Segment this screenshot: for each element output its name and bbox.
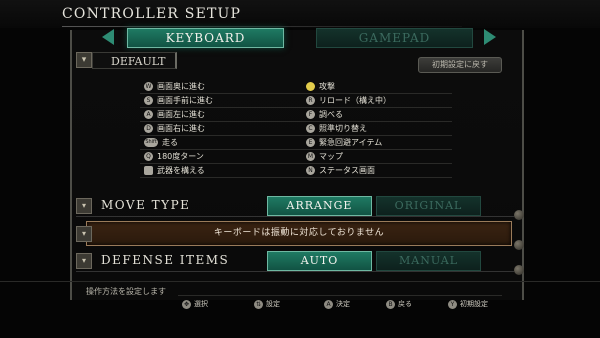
defense-items-label: DEFENSE ITEMS: [101, 253, 230, 267]
y-button-icon: Y: [448, 299, 457, 309]
key-icon: S: [144, 95, 153, 105]
key-icon: R: [306, 95, 315, 105]
move-type-row: ▾ MOVE TYPE ARRANGE ORIGINAL: [76, 195, 514, 217]
hint-back: B 戻る: [386, 299, 412, 309]
key-icon: Q: [144, 151, 153, 161]
key-icon: C: [306, 123, 315, 133]
move-type-option-arrange[interactable]: ARRANGE: [267, 196, 372, 216]
table-row[interactable]: Q 180度ターン M マップ: [140, 150, 452, 164]
binding-label: 照準切り替え: [319, 124, 367, 133]
binding-label: 画面左に進む: [157, 110, 205, 119]
binding-label: ステータス画面: [319, 166, 375, 175]
row-marker-icon: ▾: [76, 253, 92, 269]
rivet-decoration: [514, 240, 524, 250]
binding-label: 画面奥に進む: [157, 82, 205, 91]
tab-prev-arrow-icon[interactable]: [102, 29, 114, 45]
page-title: CONTROLLER SETUP: [62, 6, 242, 22]
hint-reset: Y 初期設定: [448, 299, 488, 309]
updown-icon: ⇅: [254, 299, 263, 309]
move-type-option-original[interactable]: ORIGINAL: [376, 196, 481, 216]
binding-label: 攻撃: [319, 82, 335, 91]
binding-label: 180度ターン: [157, 152, 204, 161]
binding-label: 緊急回避アイテム: [319, 138, 383, 147]
rivet-decoration: [514, 210, 524, 220]
help-divider: [0, 281, 600, 282]
rivet-decoration: [514, 265, 524, 275]
mouse-right-icon: [144, 165, 153, 175]
b-button-icon: B: [386, 299, 395, 309]
key-icon: W: [144, 81, 153, 91]
key-icon: Shift: [144, 137, 158, 147]
key-icon: M: [306, 151, 315, 161]
table-row[interactable]: A 画面左に進む F 調べる: [140, 108, 452, 122]
vibration-notice: キーボードは振動に対応しておりません: [86, 221, 512, 246]
binding-label: 調べる: [319, 110, 343, 119]
binding-label: 画面右に進む: [157, 124, 205, 133]
reset-defaults-button[interactable]: 初期設定に戻す: [418, 57, 502, 73]
hint-confirm: A 決定: [324, 299, 350, 309]
binding-label: 走る: [162, 138, 178, 147]
button-hint-bar: ✥ 選択 ⇅ 設定 A 決定 B 戻る Y 初期設定: [178, 295, 502, 312]
notice-text: キーボードは振動に対応しておりません: [213, 228, 385, 238]
table-row[interactable]: Shift 走る E 緊急回避アイテム: [140, 136, 452, 150]
key-icon: A: [144, 109, 153, 119]
hint-set: ⇅ 設定: [254, 299, 280, 309]
defense-option-manual[interactable]: MANUAL: [376, 251, 481, 271]
tab-next-arrow-icon[interactable]: [484, 29, 496, 45]
hint-select: ✥ 選択: [182, 299, 208, 309]
row-marker-icon: ▾: [76, 198, 92, 214]
binding-label: 画面手前に進む: [157, 96, 213, 105]
binding-label: マップ: [319, 152, 343, 161]
table-row[interactable]: W 画面奥に進む 攻撃: [140, 80, 452, 94]
preset-icon: ▾: [76, 52, 92, 68]
table-row[interactable]: 武器を構える N ステータス画面: [140, 164, 452, 178]
help-text: 操作方法を設定します: [86, 287, 166, 296]
table-row[interactable]: D 画面右に進む C 照準切り替え: [140, 122, 452, 136]
dpad-icon: ✥: [182, 299, 191, 309]
preset-label[interactable]: DEFAULT: [92, 52, 177, 69]
key-icon: N: [306, 165, 315, 175]
a-button-icon: A: [324, 299, 333, 309]
table-row[interactable]: S 画面手前に進む R リロード（構え中）: [140, 94, 452, 108]
key-icon: D: [144, 123, 153, 133]
row-marker-icon: ▾: [76, 226, 92, 242]
mouse-left-icon: [306, 81, 315, 91]
key-binding-table: W 画面奥に進む 攻撃 S 画面手前に進む R リロード（構え中） A 画面左に進む F…: [140, 80, 452, 180]
binding-label: 武器を構える: [157, 166, 205, 175]
title-underline: [62, 26, 462, 27]
defense-option-auto[interactable]: AUTO: [267, 251, 372, 271]
key-icon: F: [306, 109, 315, 119]
move-type-label: MOVE TYPE: [101, 198, 191, 212]
binding-label: リロード（構え中）: [319, 96, 391, 105]
key-icon: E: [306, 137, 315, 147]
tab-keyboard[interactable]: KEYBOARD: [127, 28, 284, 48]
tab-gamepad[interactable]: GAMEPAD: [316, 28, 473, 48]
defense-items-row: ▾ DEFENSE ITEMS AUTO MANUAL: [76, 250, 514, 272]
